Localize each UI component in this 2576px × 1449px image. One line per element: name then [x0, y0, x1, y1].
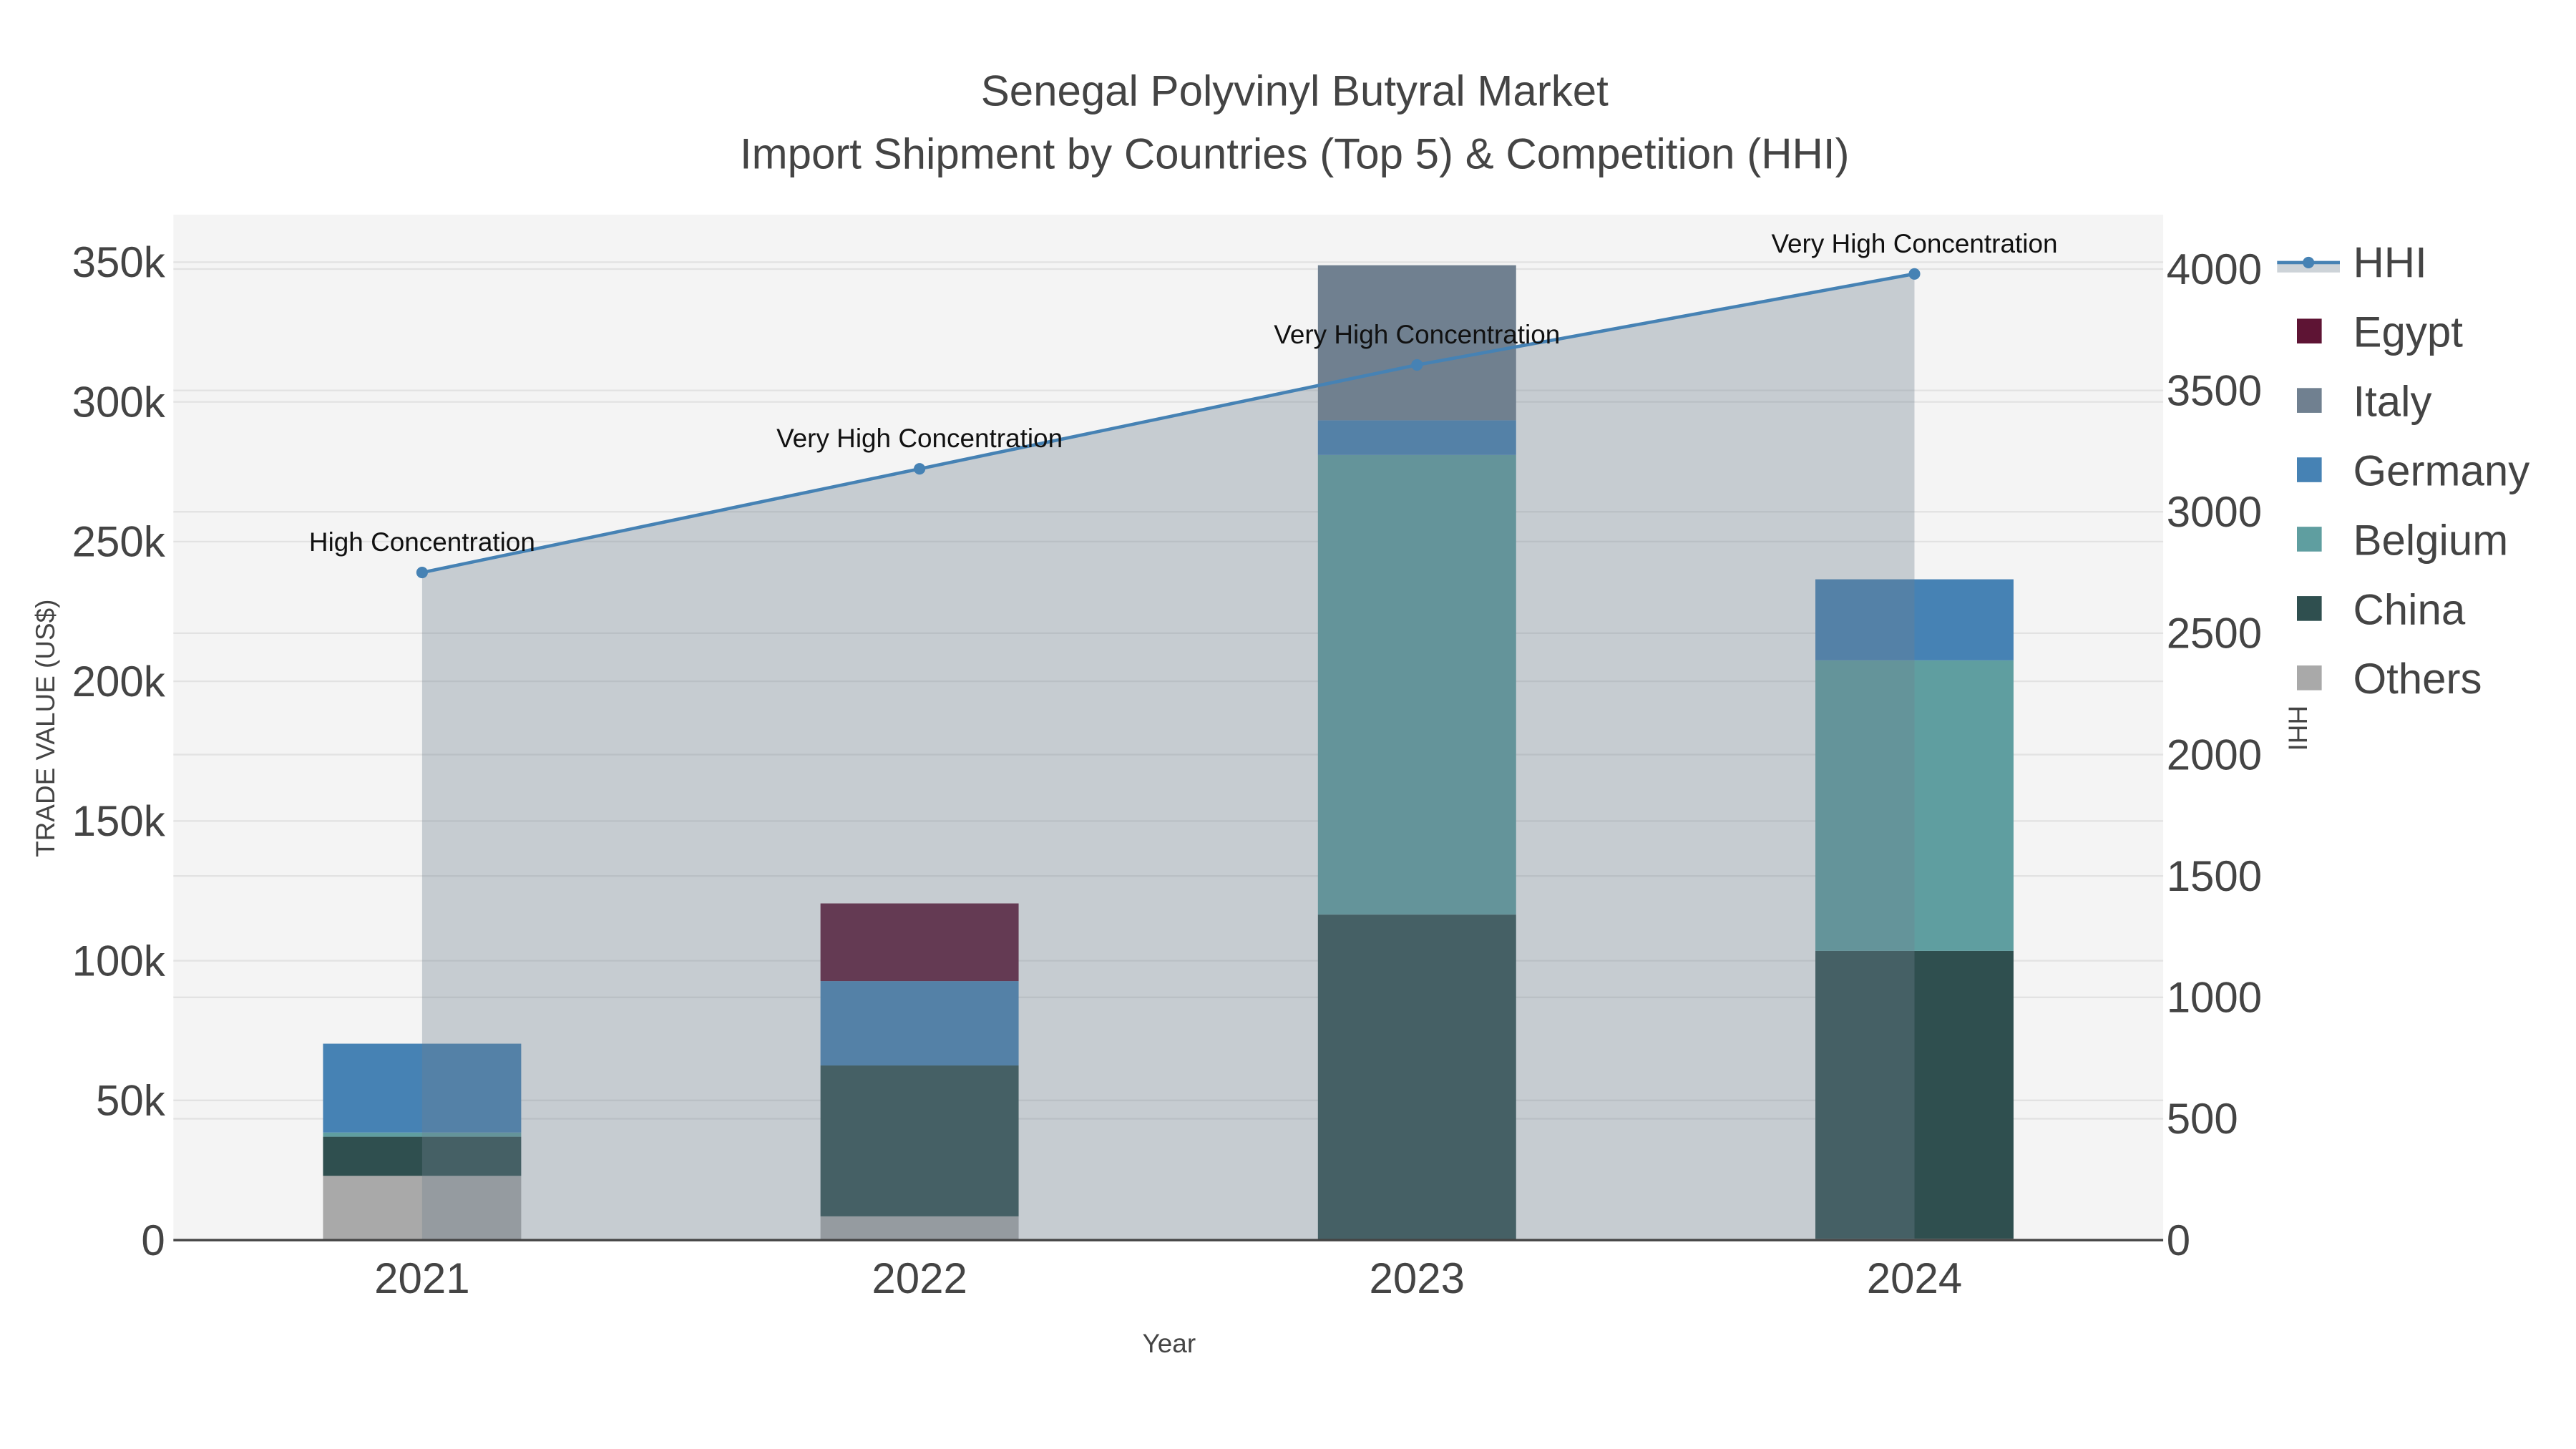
y-tick-label: 300k	[72, 378, 166, 426]
y2-tick-label: 2000	[2167, 731, 2262, 779]
y2-axis-label: HHI	[2283, 706, 2312, 751]
legend-label-egypt: Egypt	[2353, 308, 2463, 356]
legend-label-hhi: HHI	[2353, 239, 2426, 287]
legend-hhi-marker	[2303, 256, 2315, 268]
hhi-annotation: High Concentration	[309, 527, 535, 557]
x-tick-label: 2024	[1867, 1254, 1962, 1302]
y2-tick-label: 3500	[2167, 366, 2262, 414]
legend: HHI Egypt Italy Germany Belgium China Others	[2277, 239, 2529, 703]
y-tick-label: 200k	[72, 658, 166, 706]
hhi-point-2021	[416, 567, 428, 579]
y-tick-label: 100k	[72, 937, 166, 985]
hhi-point-2023	[1411, 358, 1423, 371]
x-tick-label: 2022	[872, 1254, 967, 1302]
legend-swatch-germany	[2297, 457, 2322, 482]
legend-swatch-italy	[2297, 388, 2322, 413]
y-axis-label: TRADE VALUE (US$)	[31, 600, 60, 857]
hhi-annotation: Very High Concentration	[776, 424, 1063, 453]
y2-tick-label: 1000	[2167, 974, 2262, 1022]
hhi-annotation: Very High Concentration	[1274, 320, 1560, 349]
y-axis-ticks: 0 50k 100k 150k 200k 250k 300k 350k	[72, 238, 166, 1264]
legend-swatch-china	[2297, 596, 2322, 621]
y2-axis-ticks: 0 500 1000 1500 2000 2500 3000 3500 4000	[2167, 245, 2262, 1264]
y-tick-label: 350k	[72, 238, 166, 286]
y2-tick-label: 0	[2167, 1216, 2190, 1264]
x-tick-label: 2023	[1370, 1254, 1465, 1302]
hhi-point-2022	[914, 463, 926, 475]
chart: Senegal Polyvinyl Butyral Market Import …	[31, 67, 2529, 1358]
hhi-annotation: Very High Concentration	[1771, 229, 2057, 258]
chart-subtitle: Import Shipment by Countries (Top 5) & C…	[740, 130, 1850, 177]
legend-swatch-egypt	[2297, 318, 2322, 343]
x-axis-label: Year	[1143, 1329, 1196, 1358]
x-axis-ticks: 2021 2022 2023 2024	[374, 1254, 1962, 1302]
legend-label-belgium: Belgium	[2353, 516, 2508, 564]
legend-label-others: Others	[2353, 655, 2482, 703]
x-tick-label: 2021	[374, 1254, 469, 1302]
y-tick-label: 0	[141, 1216, 165, 1264]
legend-label-germany: Germany	[2353, 447, 2529, 494]
hhi-point-2024	[1908, 268, 1921, 280]
y2-tick-label: 1500	[2167, 852, 2262, 900]
y-tick-label: 50k	[96, 1077, 166, 1125]
legend-swatch-belgium	[2297, 527, 2322, 552]
legend-label-italy: Italy	[2353, 378, 2431, 426]
y2-tick-label: 2500	[2167, 610, 2262, 658]
y2-tick-label: 500	[2167, 1095, 2238, 1143]
y-tick-label: 150k	[72, 797, 166, 845]
chart-title: Senegal Polyvinyl Butyral Market	[981, 67, 1609, 115]
legend-swatch-others	[2297, 665, 2322, 691]
y2-tick-label: 4000	[2167, 245, 2262, 293]
legend-label-china: China	[2353, 585, 2465, 633]
y2-tick-label: 3000	[2167, 488, 2262, 536]
y-tick-label: 250k	[72, 518, 166, 566]
